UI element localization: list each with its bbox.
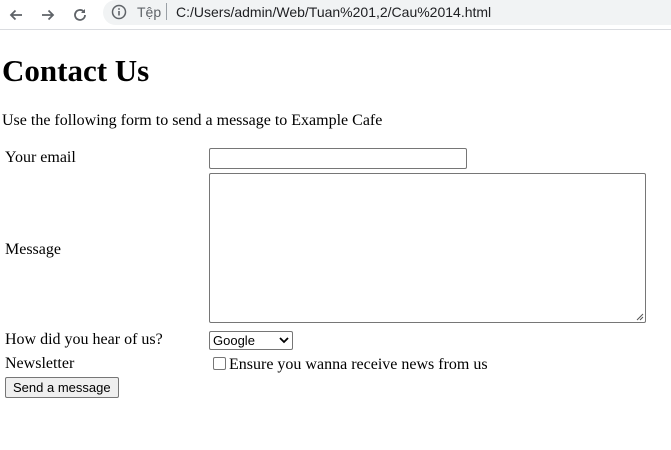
browser-toolbar: Tệp C:/Users/admin/Web/Tuan%201,2/Cau%20…	[0, 0, 671, 30]
newsletter-checkbox[interactable]	[213, 357, 226, 370]
send-message-button[interactable]: Send a message	[5, 377, 119, 398]
arrow-right-icon	[42, 9, 55, 21]
hear-label: How did you hear of us?	[5, 331, 163, 348]
resize-grip-icon[interactable]	[636, 313, 644, 321]
address-bar[interactable]: Tệp C:/Users/admin/Web/Tuan%201,2/Cau%20…	[103, 0, 671, 25]
forward-button[interactable]	[36, 3, 60, 27]
scheme-label: Tệp	[137, 4, 162, 20]
page-title: Contact Us	[2, 53, 150, 88]
arrow-left-icon	[9, 9, 22, 21]
newsletter-text: Ensure you wanna receive news from us	[229, 356, 488, 373]
url-text[interactable]: C:/Users/admin/Web/Tuan%201,2/Cau%2014.h…	[176, 4, 491, 20]
email-field[interactable]	[209, 148, 467, 169]
email-label: Your email	[5, 149, 76, 166]
reload-icon	[74, 9, 86, 21]
newsletter-label: Newsletter	[5, 355, 75, 372]
chevron-down-icon	[279, 337, 289, 344]
hear-select[interactable]: Google	[209, 331, 293, 350]
intro-text: Use the following form to send a message…	[2, 112, 383, 129]
reload-button[interactable]	[68, 3, 92, 27]
message-textarea[interactable]	[209, 173, 646, 323]
hear-selected-value: Google	[213, 333, 255, 348]
omnibox-separator	[166, 3, 167, 20]
message-label: Message	[5, 241, 61, 258]
info-icon[interactable]	[111, 4, 127, 20]
back-button[interactable]	[4, 3, 28, 27]
